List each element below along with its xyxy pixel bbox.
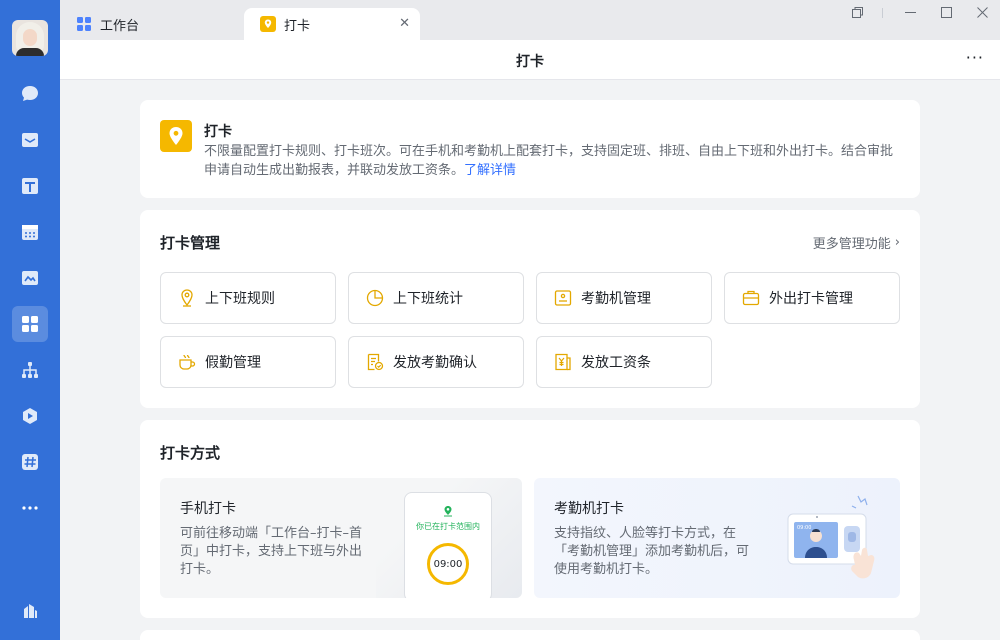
more-management-label: 更多管理功能: [812, 237, 891, 252]
phone-preview: 你已在打卡范围内 09:00: [404, 492, 492, 598]
field-clock-in-label: 外出打卡管理: [769, 291, 853, 307]
document-check-icon: [365, 352, 385, 372]
mobile-clock-in-title: 手机打卡: [180, 501, 236, 517]
machine-clock-in-card[interactable]: 考勤机打卡 支持指纹、人脸等打卡方式，在「考勤机管理」添加考勤机后，可使用考勤机…: [534, 478, 900, 598]
location-pin-icon: [177, 288, 197, 308]
attendance-machine-icon: [553, 288, 573, 308]
close-icon[interactable]: ✕: [399, 16, 410, 31]
attendance-machine-illustration: 09:00: [784, 492, 894, 598]
app-center-icon[interactable]: [12, 398, 48, 434]
briefcase-icon: [741, 288, 761, 308]
workbench-icon[interactable]: [12, 306, 48, 342]
page-title: 打卡: [516, 54, 544, 70]
field-clock-in-button[interactable]: 外出打卡管理: [724, 272, 900, 324]
work-rules-button[interactable]: 上下班规则: [160, 272, 336, 324]
chat-icon[interactable]: [12, 76, 48, 112]
location-ok-icon: [405, 505, 491, 520]
more-apps-icon[interactable]: [12, 490, 48, 526]
attendance-machine-label: 考勤机管理: [581, 291, 651, 307]
work-rules-label: 上下班规则: [205, 291, 275, 307]
intro-title: 打卡: [204, 124, 232, 140]
org-chart-icon[interactable]: [12, 352, 48, 388]
mail-icon[interactable]: [12, 122, 48, 158]
brand-logo-icon[interactable]: [12, 592, 48, 628]
attendance-confirmation-button[interactable]: 发放考勤确认: [348, 336, 524, 388]
machine-preview-time: 09:00: [797, 525, 811, 531]
meeting-icon[interactable]: [12, 260, 48, 296]
more-options-icon[interactable]: ···: [966, 48, 984, 67]
management-card: 打卡管理 更多管理功能 › 上下班规则 上下班统计 考勤机管理 外出打卡管理 假…: [140, 210, 920, 408]
management-title: 打卡管理: [160, 234, 221, 252]
methods-card: 打卡方式 手机打卡 可前往移动端「工作台–打卡–首页」中打卡，支持上下班与外出打…: [140, 420, 920, 618]
clock-in-button-preview: 09:00: [427, 543, 469, 585]
machine-clock-in-description: 支持指纹、人脸等打卡方式，在「考勤机管理」添加考勤机后，可使用考勤机打卡。: [554, 526, 750, 577]
payslip-button[interactable]: 发放工资条: [536, 336, 712, 388]
methods-title: 打卡方式: [160, 444, 221, 462]
pie-chart-icon: [365, 288, 385, 308]
location-pin-icon: [160, 120, 192, 152]
payslip-icon: [553, 352, 573, 372]
sidebar: [0, 0, 60, 640]
tab-label: 打卡: [284, 18, 311, 34]
intro-text: 不限量配置打卡规则、打卡班次。可在手机和考勤机上配套打卡，支持固定班、排班、自由…: [204, 144, 894, 178]
machine-clock-in-title: 考勤机打卡: [554, 501, 624, 517]
attendance-confirmation-label: 发放考勤确认: [393, 355, 477, 371]
chevron-right-icon: ›: [894, 235, 900, 250]
next-section-card: [140, 630, 920, 640]
page-header: 打卡 ···: [60, 40, 1000, 80]
mobile-clock-in-card[interactable]: 手机打卡 可前往移动端「工作台–打卡–首页」中打卡，支持上下班与外出打卡。 你已…: [160, 478, 522, 598]
work-statistics-button[interactable]: 上下班统计: [348, 272, 524, 324]
grid-icon: [76, 16, 92, 32]
avatar[interactable]: [12, 20, 48, 56]
tab-label: 工作台: [100, 18, 140, 34]
intro-card: 打卡 不限量配置打卡规则、打卡班次。可在手机和考勤机上配套打卡，支持固定班、排班…: [140, 100, 920, 198]
leave-management-button[interactable]: 假勤管理: [160, 336, 336, 388]
restore-window-icon[interactable]: [845, 4, 869, 20]
calendar-icon[interactable]: [12, 214, 48, 250]
hashtag-icon[interactable]: [12, 444, 48, 480]
work-statistics-label: 上下班统计: [393, 291, 463, 307]
maximize-window-icon[interactable]: [934, 4, 958, 20]
leave-management-label: 假勤管理: [205, 355, 261, 371]
intro-description: 不限量配置打卡规则、打卡班次。可在手机和考勤机上配套打卡，支持固定班、排班、自由…: [204, 142, 904, 180]
mobile-clock-in-description: 可前往移动端「工作台–打卡–首页」中打卡，支持上下班与外出打卡。: [180, 526, 363, 577]
coffee-cup-icon: [177, 352, 197, 372]
docs-icon[interactable]: [12, 168, 48, 204]
payslip-label: 发放工资条: [581, 355, 651, 371]
attendance-machine-button[interactable]: 考勤机管理: [536, 272, 712, 324]
location-pin-icon: [260, 16, 276, 32]
tab-clock-in[interactable]: 打卡 ✕: [244, 8, 420, 40]
more-management-link[interactable]: 更多管理功能 ›: [813, 233, 900, 252]
learn-more-link[interactable]: 了解详情: [464, 163, 516, 178]
tab-workbench[interactable]: 工作台: [60, 8, 244, 40]
tab-bar: 工作台 打卡 ✕: [60, 0, 1000, 40]
minimize-window-icon[interactable]: [898, 4, 922, 20]
close-window-icon[interactable]: [970, 4, 994, 20]
in-range-status: 你已在打卡范围内: [416, 522, 480, 531]
